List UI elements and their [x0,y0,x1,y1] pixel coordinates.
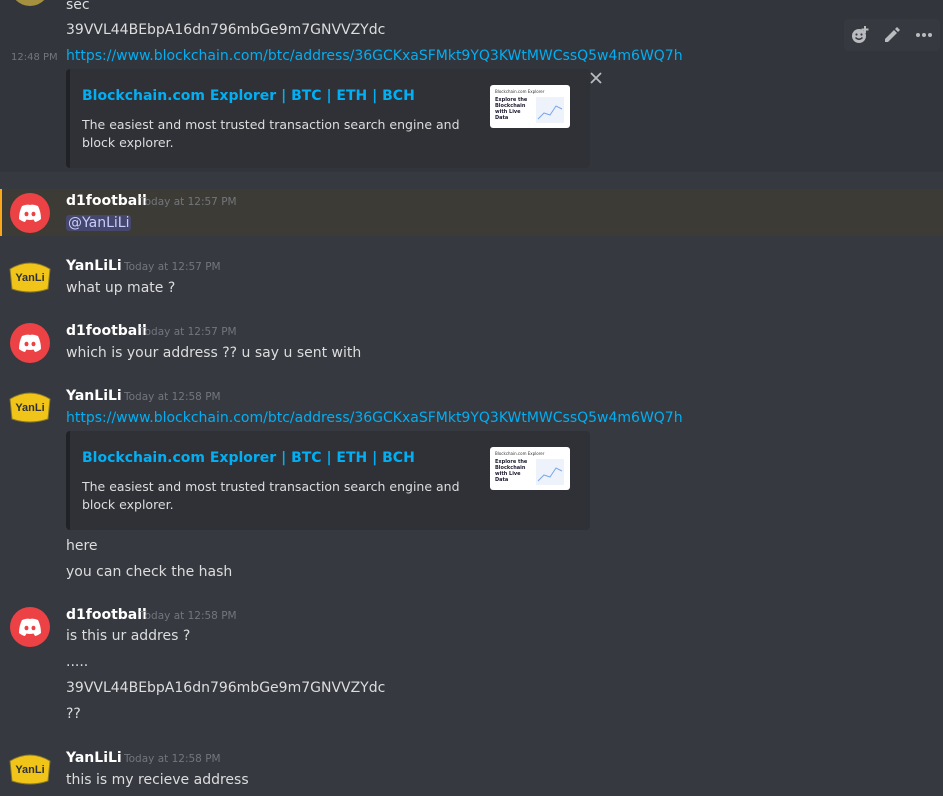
message-link[interactable]: https://www.blockchain.com/btc/address/3… [66,48,683,64]
message-content: ..... [66,654,89,670]
message-content: which is your address ?? u say u sent wi… [66,345,362,361]
more-icon [916,33,932,37]
embed-title[interactable]: Blockchain.com Explorer | BTC | ETH | BC… [82,88,415,104]
username[interactable]: d1football [66,607,147,623]
thumbnail-headline: Explore the Blockchain with Live Data [495,97,528,121]
username[interactable]: d1football [66,323,147,339]
message-timestamp: Today at 12:58 PM [124,391,221,403]
message-fragment: sec [66,0,90,13]
avatar[interactable] [10,193,50,233]
more-button[interactable] [908,19,940,51]
edit-icon [885,27,900,42]
message-toolbar [844,19,940,51]
avatar-text: YanLi [15,402,44,414]
message-content: 39VVL44BEbpA16dn796mbGe9m7GNVVZYdc [66,680,386,696]
message-side-timestamp: 12:48 PM [11,52,58,63]
embed-description: The easiest and most trusted transaction… [82,479,460,512]
username[interactable]: YanLiLi [66,388,122,404]
discord-logo-icon [19,618,41,636]
message-timestamp: Today at 12:58 PM [140,610,237,622]
yanlili-avatar-icon: YanLi [9,392,51,423]
avatar[interactable]: YanLi [8,389,52,425]
link-embed: Blockchain.com Explorer | BTC | ETH | BC… [66,69,590,168]
message-content: you can check the hash [66,564,233,580]
message-link[interactable]: https://www.blockchain.com/btc/address/3… [66,410,683,426]
username[interactable]: YanLiLi [66,258,122,274]
message-address: 39VVL44BEbpA16dn796mbGe9m7GNVVZYdc [66,22,386,38]
link-embed: Blockchain.com Explorer | BTC | ETH | BC… [66,431,590,530]
username[interactable]: YanLiLi [66,750,122,766]
thumbnail-brand: Blockchain.com Explorer [495,451,545,456]
embed-title[interactable]: Blockchain.com Explorer | BTC | ETH | BC… [82,450,415,466]
embed-description: The easiest and most trusted transaction… [82,117,460,150]
edit-button[interactable] [876,19,908,51]
avatar[interactable] [10,607,50,647]
message-content: what up mate ? [66,280,176,296]
thumbnail-brand: Blockchain.com Explorer [495,89,545,94]
avatar[interactable]: YanLi [8,751,52,787]
yanlili-avatar-icon: YanLi [9,262,51,293]
message-timestamp: Today at 12:57 PM [140,196,237,208]
avatar-text: YanLi [15,272,44,284]
close-icon [590,72,602,84]
message-timestamp: Today at 12:58 PM [124,753,221,765]
user-mention[interactable]: @YanLiLi [66,215,132,231]
discord-logo-icon [19,204,41,222]
embed-thumbnail[interactable]: Blockchain.com Explorer Explore the Bloc… [490,85,570,128]
message-timestamp: Today at 12:57 PM [140,326,237,338]
yanlili-avatar-icon: YanLi [9,754,51,785]
message-content: is this ur addres ? [66,628,191,644]
avatar[interactable]: YanLi [8,259,52,295]
message-content: ?? [66,706,81,722]
discord-logo-icon [19,334,41,352]
message-content: here [66,538,98,554]
thumbnail-headline: Explore the Blockchain with Live Data [495,459,528,483]
avatar[interactable] [10,323,50,363]
message-timestamp: Today at 12:57 PM [124,261,221,273]
embed-close-button[interactable] [589,70,603,84]
message-content: @YanLiLi [66,215,132,231]
thumbnail-chart-graphic [536,97,564,123]
username[interactable]: d1football [66,193,147,209]
message-content: this is my recieve address [66,772,249,788]
embed-thumbnail[interactable]: Blockchain.com Explorer Explore the Bloc… [490,447,570,490]
add-reaction-button[interactable] [844,19,876,51]
add-reaction-icon [852,26,869,43]
avatar-text: YanLi [15,764,44,776]
thumbnail-chart-graphic [536,459,564,485]
